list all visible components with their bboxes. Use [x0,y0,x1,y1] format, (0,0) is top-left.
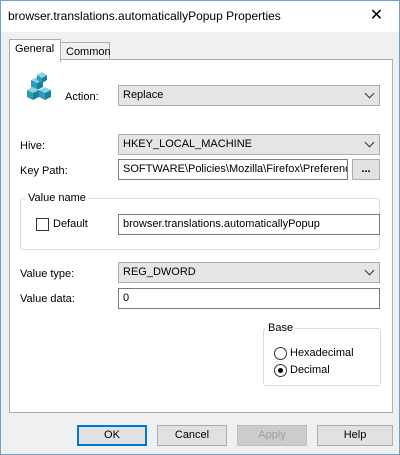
tab-general[interactable]: General [9,39,61,62]
hexadecimal-label: Hexadecimal [290,347,354,359]
value-type-label: Value type: [20,268,75,280]
window-title: browser.translations.automaticallyPopup … [8,9,281,23]
hexadecimal-radio[interactable] [274,347,287,360]
action-dropdown[interactable]: Replace [118,85,380,106]
general-panel: Action: Replace Hive: HKEY_LOCAL_MACHINE… [9,59,393,413]
apply-button[interactable]: Apply [237,425,307,446]
hive-dropdown[interactable]: HKEY_LOCAL_MACHINE [118,134,380,155]
tab-strip: General Common [1,32,399,62]
registry-cubes-icon [27,72,51,100]
value-type-value: REG_DWORD [123,266,196,278]
default-checkbox[interactable] [36,218,49,231]
base-group-label: Base [266,322,296,334]
value-name-field[interactable]: browser.translations.automaticallyPopup [118,214,380,235]
value-data-label: Value data: [20,293,75,305]
chevron-down-icon [364,265,375,276]
value-name-group-label: Value name [26,192,88,204]
chevron-down-icon [364,88,375,99]
hive-value: HKEY_LOCAL_MACHINE [123,138,252,150]
key-path-field[interactable]: SOFTWARE\Policies\Mozilla\Firefox\Prefer… [118,159,348,180]
help-button[interactable]: Help [317,425,393,446]
title-bar: browser.translations.automaticallyPopup … [1,1,399,32]
chevron-down-icon [364,137,375,148]
close-icon[interactable]: ✕ [354,1,399,31]
hive-label: Hive: [20,140,46,152]
value-data-field[interactable]: 0 [118,288,380,309]
browse-button[interactable]: ... [352,159,380,180]
properties-dialog: browser.translations.automaticallyPopup … [0,0,400,455]
key-path-label: Key Path: [20,165,68,177]
cancel-button[interactable]: Cancel [157,425,227,446]
default-checkbox-label: Default [53,218,88,230]
decimal-label: Decimal [290,364,330,376]
decimal-radio[interactable] [274,364,287,377]
divider [18,124,386,125]
action-value: Replace [123,89,164,101]
ok-button[interactable]: OK [77,425,147,446]
value-type-dropdown[interactable]: REG_DWORD [118,262,380,283]
action-label: Action: [65,91,99,103]
